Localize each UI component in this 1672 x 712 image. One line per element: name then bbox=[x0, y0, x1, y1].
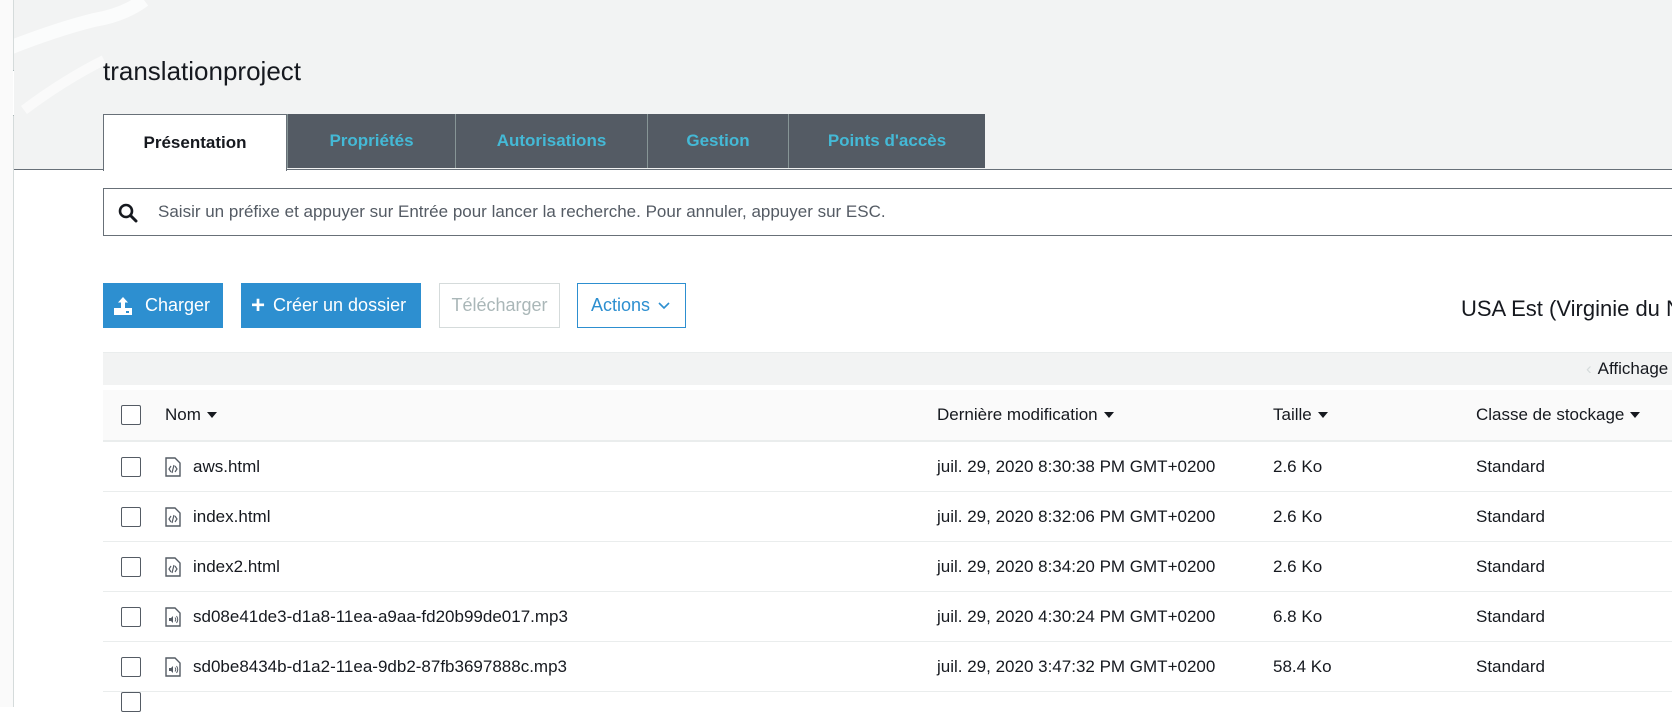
table-row[interactable]: sd0be8434b-d1a2-11ea-9db2-87fb3697888c.m… bbox=[103, 642, 1672, 692]
column-header-name-label: Nom bbox=[165, 405, 201, 424]
search-box bbox=[103, 188, 1672, 236]
upload-button[interactable]: Charger bbox=[103, 283, 223, 328]
row-checkbox[interactable] bbox=[121, 556, 141, 577]
file-storage-class: Standard bbox=[1476, 656, 1545, 676]
column-header-name[interactable]: Nom bbox=[165, 390, 217, 440]
column-header-storage-class-label: Classe de stockage bbox=[1476, 405, 1625, 424]
file-storage-class: Standard bbox=[1476, 506, 1545, 526]
file-modified: juil. 29, 2020 8:34:20 PM GMT+0200 bbox=[937, 556, 1216, 576]
search-input[interactable] bbox=[158, 189, 1658, 235]
view-bar bbox=[103, 352, 1672, 385]
file-modified: juil. 29, 2020 4:30:24 PM GMT+0200 bbox=[937, 606, 1216, 626]
tab-bar: Présentation Propriétés Autorisations Ge… bbox=[103, 114, 985, 171]
table-row[interactable]: index.html juil. 29, 2020 8:32:06 PM GMT… bbox=[103, 492, 1672, 542]
tab-presentation[interactable]: Présentation bbox=[103, 114, 287, 171]
file-modified: juil. 29, 2020 8:32:06 PM GMT+0200 bbox=[937, 506, 1216, 526]
file-size: 2.6 Ko bbox=[1273, 456, 1323, 476]
column-header-size-label: Taille bbox=[1273, 405, 1312, 424]
row-checkbox[interactable] bbox=[121, 606, 141, 627]
file-size: 2.6 Ko bbox=[1273, 506, 1323, 526]
file-name[interactable]: index.html bbox=[193, 507, 270, 527]
table-row[interactable]: index2.html juil. 29, 2020 8:34:20 PM GM… bbox=[103, 542, 1672, 592]
file-name[interactable]: sd0be8434b-d1a2-11ea-9db2-87fb3697888c.m… bbox=[193, 657, 567, 677]
column-header-size[interactable]: Taille bbox=[1273, 390, 1328, 440]
row-checkbox[interactable] bbox=[121, 506, 141, 527]
sort-down-icon bbox=[206, 412, 217, 418]
search-icon bbox=[118, 203, 138, 223]
audio-file-icon bbox=[165, 656, 181, 677]
file-name[interactable]: aws.html bbox=[193, 457, 260, 477]
download-button[interactable]: Télécharger bbox=[439, 283, 560, 328]
column-header-modified[interactable]: Dernière modification bbox=[937, 390, 1114, 440]
column-header-modified-label: Dernière modification bbox=[937, 405, 1098, 424]
create-folder-button-label: Créer un dossier bbox=[273, 295, 407, 315]
chevron-down-icon bbox=[658, 301, 670, 309]
view-selector[interactable]: ‹ Affichage bbox=[1586, 359, 1668, 379]
row-checkbox[interactable] bbox=[121, 656, 141, 677]
column-header-storage-class[interactable]: Classe de stockage bbox=[1476, 390, 1641, 440]
left-rail bbox=[0, 0, 14, 707]
upload-button-label: Charger bbox=[145, 295, 211, 315]
objects-table: Nom Dernière modification Taille Classe … bbox=[103, 390, 1672, 712]
table-header: Nom Dernière modification Taille Classe … bbox=[103, 390, 1672, 442]
file-modified: juil. 29, 2020 8:30:38 PM GMT+0200 bbox=[937, 456, 1216, 476]
plus-icon: + bbox=[251, 291, 266, 319]
row-checkbox[interactable] bbox=[121, 456, 141, 477]
sort-down-icon bbox=[1103, 412, 1114, 418]
page-title: translationproject bbox=[103, 56, 301, 86]
file-modified: juil. 29, 2020 3:47:32 PM GMT+0200 bbox=[937, 656, 1216, 676]
upload-icon bbox=[114, 296, 132, 315]
view-label: Affichage bbox=[1597, 359, 1669, 378]
file-size: 58.4 Ko bbox=[1273, 656, 1332, 676]
create-folder-button[interactable]: + Créer un dossier bbox=[241, 283, 421, 328]
table-row[interactable]: sd08e41de3-d1a8-11ea-a9aa-fd20b99de017.m… bbox=[103, 592, 1672, 642]
file-size: 2.6 Ko bbox=[1273, 556, 1323, 576]
code-file-icon bbox=[165, 506, 181, 527]
file-size: 6.8 Ko bbox=[1273, 606, 1323, 626]
file-storage-class: Standard bbox=[1476, 606, 1545, 626]
file-name[interactable]: sd08e41de3-d1a8-11ea-a9aa-fd20b99de017.m… bbox=[193, 607, 568, 627]
region-label: USA Est (Virginie du Nord) bbox=[1461, 296, 1672, 321]
tab-access-points[interactable]: Points d'accès bbox=[788, 114, 985, 168]
code-file-icon bbox=[165, 556, 181, 577]
tab-permissions[interactable]: Autorisations bbox=[455, 114, 647, 168]
actions-dropdown-button[interactable]: Actions bbox=[577, 283, 686, 328]
download-button-label: Télécharger bbox=[451, 295, 548, 315]
sort-down-icon bbox=[1630, 412, 1641, 418]
tab-properties[interactable]: Propriétés bbox=[287, 114, 455, 168]
actions-button-label: Actions bbox=[591, 295, 651, 315]
row-checkbox[interactable] bbox=[121, 692, 141, 712]
file-name[interactable]: index2.html bbox=[193, 557, 280, 577]
file-storage-class: Standard bbox=[1476, 556, 1545, 576]
select-all-checkbox[interactable] bbox=[121, 405, 141, 425]
audio-file-icon bbox=[165, 606, 181, 627]
chevron-left-icon: ‹ bbox=[1586, 359, 1592, 378]
file-storage-class: Standard bbox=[1476, 456, 1545, 476]
sort-down-icon bbox=[1317, 412, 1328, 418]
table-row[interactable] bbox=[103, 692, 1672, 712]
code-file-icon bbox=[165, 456, 181, 477]
table-row[interactable]: aws.html juil. 29, 2020 8:30:38 PM GMT+0… bbox=[103, 442, 1672, 492]
tab-management[interactable]: Gestion bbox=[647, 114, 788, 168]
